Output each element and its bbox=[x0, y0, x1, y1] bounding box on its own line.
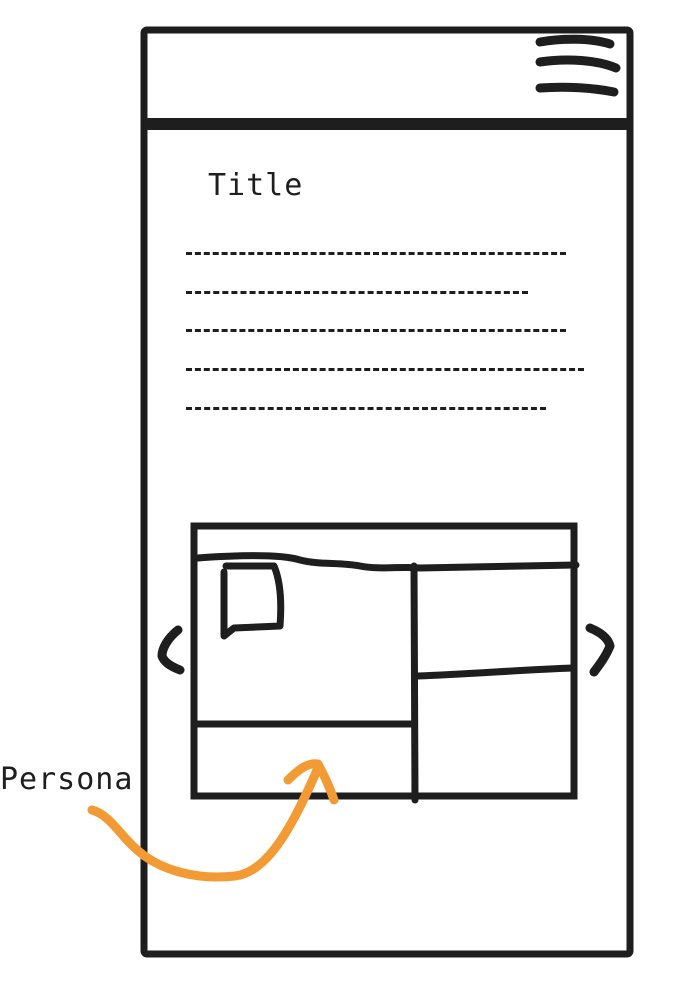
placeholder-text-line bbox=[186, 329, 566, 332]
placeholder-text-line bbox=[186, 368, 584, 371]
chevron-left-icon[interactable] bbox=[150, 620, 192, 682]
placeholder-text-line bbox=[186, 252, 566, 255]
carousel-right-split bbox=[414, 664, 576, 680]
page-title: Title bbox=[208, 168, 304, 203]
hamburger-menu-icon[interactable] bbox=[532, 32, 624, 102]
placeholder-text-line bbox=[186, 291, 528, 294]
persona-annotation-label: Persona bbox=[0, 762, 134, 797]
mobile-wireframe-sketch: Title Persona bbox=[0, 0, 674, 982]
chevron-right-icon[interactable] bbox=[580, 616, 622, 682]
wireframe-drawing bbox=[87, 26, 634, 958]
carousel-vertical-divider bbox=[410, 562, 419, 804]
persona-avatar-placeholder bbox=[220, 562, 285, 640]
placeholder-text-line bbox=[186, 407, 546, 410]
